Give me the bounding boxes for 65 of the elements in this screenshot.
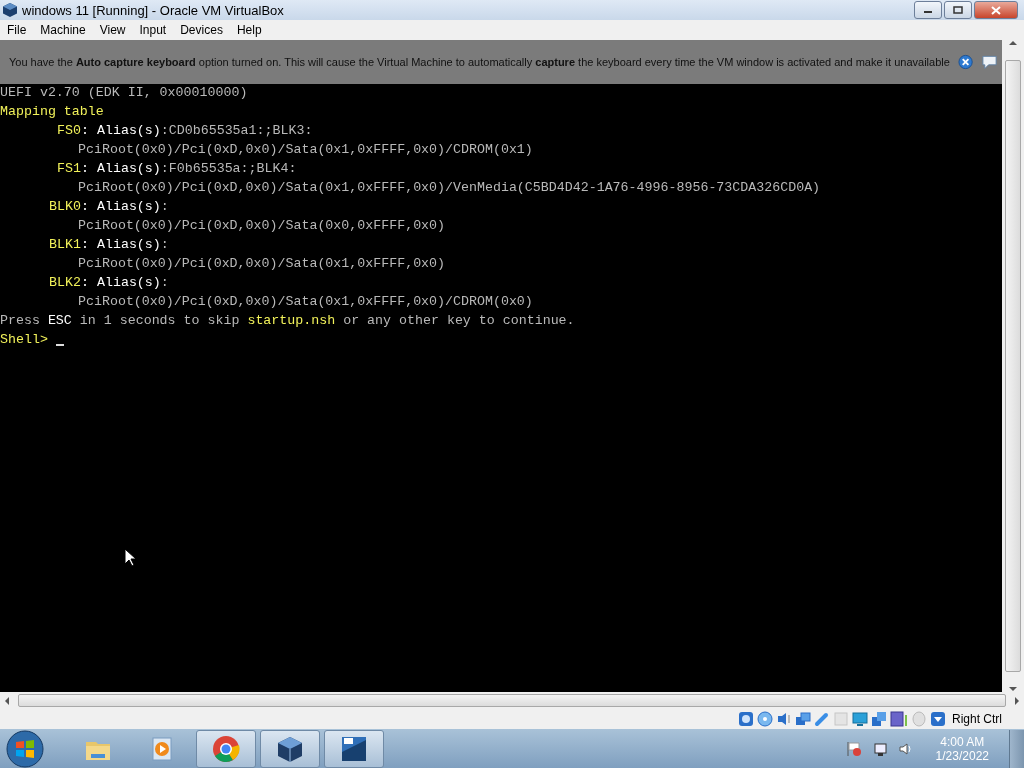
console-text: : Alias(s): [81, 236, 161, 254]
app-cube-icon: [2, 2, 18, 18]
device-path: PciRoot(0x0)/Pci(0xD,0x0)/Sata(0x0,0xFFFF,0x0): [78, 217, 446, 235]
menu-item[interactable]: Devices: [173, 23, 230, 37]
optical-disc-icon[interactable]: [757, 711, 773, 727]
console-text: : Alias(s): [81, 160, 161, 178]
device-name: BLK2: [49, 275, 81, 290]
maximize-icon: [953, 6, 963, 14]
device-path: PciRoot(0x0)/Pci(0xD,0x0)/Sata(0x1,0xFFFF,0x0)/CDROM(0x1): [78, 141, 533, 159]
minimize-button[interactable]: [914, 1, 942, 19]
shell-prompt: Shell>: [0, 331, 48, 349]
window-title: windows 11 [Running] - Oracle VM VirtualBox: [22, 2, 285, 18]
console-heading: Mapping table: [0, 103, 104, 121]
start-button[interactable]: [6, 729, 44, 768]
up-arrow-icon[interactable]: [1009, 40, 1017, 46]
browser-icon: [211, 733, 241, 764]
display-icon[interactable]: [852, 711, 868, 727]
console-line: UEFI v2.70 (EDK II, 0x00010000): [0, 84, 248, 102]
speaker-icon[interactable]: [776, 711, 792, 727]
alias-value: :F0b65535a:;BLK4:: [160, 160, 297, 178]
notification-text: You have the Auto capture keyboard option turned on. This will cause the Virtual Machine to automatically capture the keyboard every time the VM window is activated and make it unavailable: [8, 56, 950, 68]
scrollbar-thumb[interactable]: [18, 694, 1006, 707]
host-key-label: Right Ctrl: [952, 712, 1002, 726]
device-path: PciRoot(0x0)/Pci(0xD,0x0)/Sata(0x1,0xFFFF,0x0)/CDROM(0x0): [78, 293, 533, 311]
alias-value: :: [160, 236, 169, 254]
left-arrow-icon[interactable]: [4, 696, 10, 705]
menu-item[interactable]: Input: [132, 23, 174, 37]
console-text: : Alias(s): [81, 198, 161, 216]
text-cursor: [55, 344, 64, 346]
console-text: : Alias(s): [81, 122, 161, 140]
device-path: PciRoot(0x0)/Pci(0xD,0x0)/Sata(0x1,0xFFFF,0x0)/VenMedia(C5BD4D42-1A76-4996-8956-73CDA326CD0A): [78, 179, 821, 197]
taskbar-button[interactable]: [324, 729, 384, 768]
maximize-button[interactable]: [944, 1, 972, 19]
speaker-icon[interactable]: [897, 740, 914, 757]
horizontal-scrollbar[interactable]: [0, 692, 1024, 709]
vm-screen[interactable]: [0, 40, 1002, 692]
right-arrow-icon[interactable]: [1014, 696, 1020, 705]
menu-item[interactable]: Help: [229, 23, 269, 37]
clock-date: 1/23/2022: [935, 748, 989, 763]
usb-icon[interactable]: [814, 711, 830, 727]
show-desktop-button[interactable]: [1009, 729, 1024, 768]
device-name: BLK1: [49, 237, 81, 252]
console-message: Press ESC in 1 seconds to skip startup.nsh or any other key to continue.: [0, 312, 575, 330]
network-icon[interactable]: [871, 740, 888, 757]
close-button[interactable]: [974, 1, 1018, 19]
close-icon[interactable]: [957, 54, 973, 70]
device-path: PciRoot(0x0)/Pci(0xD,0x0)/Sata(0x1,0xFFFF,0x0): [78, 255, 446, 273]
down-arrow-icon[interactable]: [1009, 686, 1017, 692]
device-name: BLK0: [49, 199, 81, 214]
speech-bubble-icon[interactable]: [980, 54, 998, 70]
mouse-pointer-icon: [124, 548, 136, 567]
console-text: : Alias(s): [81, 274, 161, 292]
alias-value: :: [160, 274, 169, 292]
close-icon: [991, 5, 1001, 15]
alias-value: :: [160, 198, 169, 216]
alias-value: :CD0b65535a1:;BLK3:: [160, 122, 313, 140]
device-name: FS0: [57, 123, 81, 138]
flag-icon[interactable]: [845, 740, 862, 757]
menu-item[interactable]: File: [0, 23, 34, 37]
menu-item[interactable]: Machine: [33, 23, 93, 37]
scrollbar-thumb[interactable]: [1005, 60, 1021, 672]
device-name: FS1: [57, 161, 81, 176]
clock-time: 4:00 AM: [940, 734, 985, 749]
menu-item[interactable]: View: [92, 23, 133, 37]
taskbar-button[interactable]: [260, 729, 320, 768]
